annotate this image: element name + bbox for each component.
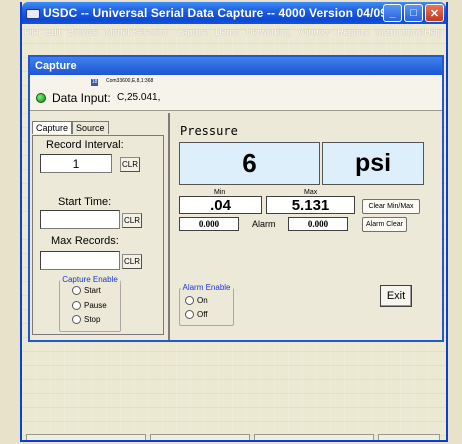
status-cell xyxy=(254,434,374,440)
data-input-label: Data Input: xyxy=(52,91,111,105)
capture-pause-radio[interactable]: Pause xyxy=(72,301,107,310)
radio-icon[interactable] xyxy=(185,296,194,305)
menu-edit[interactable]: Edit xyxy=(46,27,62,37)
window-controls: _ □ ✕ xyxy=(383,4,444,22)
alarm-clear-button[interactable]: Alarm Clear xyxy=(362,217,407,232)
capture-enable-title: Capture Enable xyxy=(60,275,120,284)
tab-capture[interactable]: Capture xyxy=(32,121,73,134)
capture-window: Capture 18 Com33600,E,8,1:368 Data Input… xyxy=(28,55,444,342)
capture-start-radio[interactable]: Start xyxy=(72,286,101,295)
exit-button[interactable]: Exit xyxy=(380,285,412,307)
radio-icon[interactable] xyxy=(72,301,81,310)
window-title: USDC -- Universal Serial Data Capture --… xyxy=(43,6,388,20)
alarm-off-label: Off xyxy=(197,310,208,319)
maximize-button[interactable]: □ xyxy=(404,4,423,22)
clear-min-max-button[interactable]: Clear Min/Max xyxy=(362,199,420,214)
measurement-panel: Pressure 6 psi Min Max .04 5.131 Clear M… xyxy=(172,113,442,340)
alarm-low-value[interactable]: 0.000 xyxy=(179,217,239,231)
main-window: USDC -- Universal Serial Data Capture --… xyxy=(20,2,448,442)
menu-capture[interactable]: Capture xyxy=(176,27,208,37)
settings-tabs: Capture Source xyxy=(32,121,109,134)
capture-stop-radio[interactable]: Stop xyxy=(72,315,100,324)
record-interval-clr-button[interactable]: CLR xyxy=(120,157,140,172)
start-time-clr-button[interactable]: CLR xyxy=(122,213,142,228)
unit-display: psi xyxy=(322,142,424,185)
app-icon xyxy=(26,7,40,19)
min-label: Min xyxy=(214,189,226,196)
menu-model-selection[interactable]: Model Selection xyxy=(105,27,169,37)
capture-settings-panel: Capture Source Record Interval: CLR Star… xyxy=(30,113,170,340)
alarm-on-radio[interactable]: On xyxy=(185,296,208,305)
measurement-title: Pressure xyxy=(180,124,238,138)
port-badge: 18 xyxy=(91,79,98,86)
menu-bar: File Edit Browse Model Selection Capture… xyxy=(22,24,446,40)
max-records-input[interactable] xyxy=(40,251,120,270)
status-led-icon xyxy=(36,93,46,103)
com-settings: Com33600,E,8,1:368 xyxy=(106,78,154,84)
max-records-label: Max Records: xyxy=(51,235,119,247)
record-interval-label: Record Interval: xyxy=(46,139,124,151)
max-label: Max xyxy=(304,189,318,196)
menu-instructions-help[interactable]: Instructions/Help xyxy=(376,27,443,37)
tab-source[interactable]: Source xyxy=(72,121,109,134)
menu-networking[interactable]: Networking xyxy=(246,27,291,37)
alarm-enable-group: Alarm Enable On Off xyxy=(179,283,234,326)
current-value-display: 6 xyxy=(179,142,320,185)
capture-stop-label: Stop xyxy=(84,315,101,324)
close-button[interactable]: ✕ xyxy=(425,4,444,22)
menu-browse[interactable]: Browse xyxy=(68,27,98,37)
min-value: .04 xyxy=(179,196,262,214)
capture-start-label: Start xyxy=(84,286,101,295)
alarm-on-label: On xyxy=(197,296,208,305)
alarm-enable-title: Alarm Enable xyxy=(180,283,233,292)
record-interval-input[interactable] xyxy=(40,154,112,173)
status-cell xyxy=(378,434,440,440)
minimize-button[interactable]: _ xyxy=(383,4,402,22)
radio-icon[interactable] xyxy=(72,315,81,324)
capture-window-title[interactable]: Capture xyxy=(30,57,442,75)
menu-reports[interactable]: Reports xyxy=(337,27,369,37)
radio-icon[interactable] xyxy=(185,310,194,319)
alarm-high-value[interactable]: 0.000 xyxy=(288,217,348,231)
capture-pause-label: Pause xyxy=(84,301,107,310)
menu-file[interactable]: File xyxy=(24,27,39,37)
alarm-label: Alarm xyxy=(252,219,276,229)
status-bar xyxy=(26,434,444,440)
status-cell xyxy=(26,434,146,440)
data-input-strip: 18 Com33600,E,8,1:368 Data Input: C,25.0… xyxy=(30,75,442,111)
status-cell xyxy=(150,434,250,440)
data-input-value: C,25.041, xyxy=(117,92,161,103)
title-bar[interactable]: USDC -- Universal Serial Data Capture --… xyxy=(22,2,446,24)
capture-tab-body: Record Interval: CLR Start Time: CLR Max… xyxy=(32,135,164,335)
max-records-clr-button[interactable]: CLR xyxy=(122,254,142,269)
alarm-off-radio[interactable]: Off xyxy=(185,310,208,319)
max-value: 5.131 xyxy=(266,196,355,214)
start-time-label: Start Time: xyxy=(58,196,112,208)
menu-window[interactable]: Window xyxy=(298,27,330,37)
menu-demo[interactable]: Demo xyxy=(215,27,239,37)
start-time-input[interactable] xyxy=(40,210,120,229)
capture-enable-group: Capture Enable Start Pause Stop xyxy=(59,275,121,332)
radio-icon[interactable] xyxy=(72,286,81,295)
